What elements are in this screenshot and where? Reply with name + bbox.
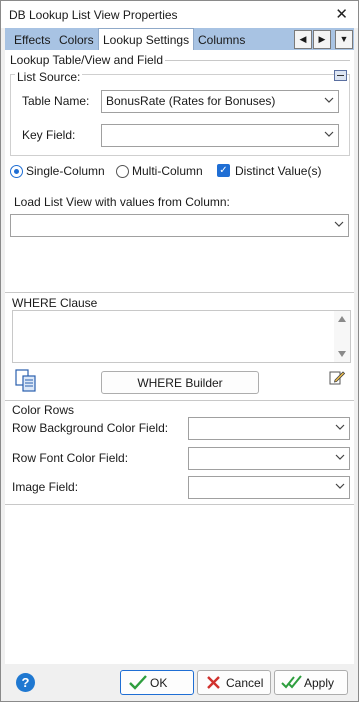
apply-button[interactable]: Apply — [274, 670, 348, 695]
chevron-down-icon — [324, 97, 334, 103]
chevron-down-icon — [334, 221, 344, 227]
help-icon[interactable]: ? — [16, 673, 35, 692]
copy-document-icon[interactable] — [15, 369, 37, 393]
where-builder-button[interactable]: WHERE Builder — [101, 371, 259, 394]
where-clause-title: WHERE Clause — [12, 296, 98, 310]
scroll-up-icon[interactable] — [338, 316, 346, 322]
chevron-down-icon — [335, 483, 345, 489]
cancel-label: Cancel — [226, 676, 264, 690]
tab-colors[interactable]: Colors — [59, 30, 94, 50]
color-rows-title: Color Rows — [12, 403, 75, 417]
section-divider — [5, 400, 354, 401]
apply-double-check-icon — [281, 675, 302, 689]
row-font-color-label: Row Font Color Field: — [12, 451, 129, 465]
chevron-down-icon — [324, 131, 334, 137]
chevron-down-icon — [335, 454, 345, 460]
key-field-select[interactable] — [101, 124, 339, 147]
collapse-icon[interactable] — [334, 70, 347, 81]
section-divider — [5, 504, 354, 505]
tab-lookup-settings[interactable]: Lookup Settings — [98, 28, 195, 51]
scroll-down-icon[interactable] — [338, 351, 346, 357]
where-builder-label: WHERE Builder — [137, 376, 223, 390]
dialog-footer: ? OK Cancel Apply — [1, 664, 358, 701]
distinct-values-label[interactable]: Distinct Value(s) — [235, 164, 321, 178]
cancel-x-icon — [207, 676, 220, 689]
apply-label: Apply — [304, 676, 335, 690]
list-source-title: List Source: — [15, 70, 83, 84]
ok-button[interactable]: OK — [120, 670, 194, 695]
checkmark-icon — [129, 675, 147, 690]
single-column-label[interactable]: Single-Column — [26, 164, 105, 178]
distinct-values-checkbox[interactable]: ✓ — [217, 164, 230, 177]
row-font-color-select[interactable] — [188, 447, 350, 470]
multi-column-radio[interactable] — [116, 165, 129, 178]
row-bg-color-select[interactable] — [188, 417, 350, 440]
ok-label: OK — [150, 676, 168, 690]
tab-strip: Effects Colors Lookup Settings Columns ◀… — [5, 28, 354, 51]
chevron-down-icon — [335, 424, 345, 430]
dialog-window: DB Lookup List View Properties ✕ Effects… — [0, 0, 359, 702]
window-title: DB Lookup List View Properties — [9, 8, 178, 22]
tab-columns[interactable]: Columns — [198, 30, 245, 50]
lookup-group-title: Lookup Table/View and Field — [10, 53, 163, 67]
row-bg-color-label: Row Background Color Field: — [12, 421, 169, 435]
cancel-button[interactable]: Cancel — [197, 670, 271, 695]
load-list-label: Load List View with values from Column: — [14, 195, 230, 209]
single-column-radio[interactable] — [10, 165, 23, 178]
load-column-select[interactable] — [10, 214, 349, 237]
group-divider — [165, 60, 350, 61]
table-name-select[interactable]: BonusRate (Rates for Bonuses) — [101, 90, 339, 113]
title-bar: DB Lookup List View Properties ✕ — [1, 1, 358, 28]
tab-menu-button[interactable]: ▼ — [335, 30, 353, 49]
where-clause-textarea[interactable] — [12, 310, 351, 363]
tab-next-button[interactable]: ▶ — [313, 30, 331, 49]
multi-column-label[interactable]: Multi-Column — [132, 164, 203, 178]
image-field-select[interactable] — [188, 476, 350, 499]
tab-effects[interactable]: Effects — [14, 30, 50, 50]
image-field-label: Image Field: — [12, 480, 79, 494]
table-name-value: BonusRate (Rates for Bonuses) — [106, 94, 276, 108]
lookup-settings-panel: Lookup Table/View and Field List Source:… — [5, 50, 354, 664]
edit-pencil-icon[interactable] — [329, 369, 345, 385]
table-name-label: Table Name: — [22, 94, 90, 108]
close-icon[interactable]: ✕ — [335, 5, 348, 23]
where-scrollbar[interactable] — [334, 311, 350, 362]
section-divider — [5, 292, 354, 293]
key-field-label: Key Field: — [22, 128, 76, 142]
tab-prev-button[interactable]: ◀ — [294, 30, 312, 49]
